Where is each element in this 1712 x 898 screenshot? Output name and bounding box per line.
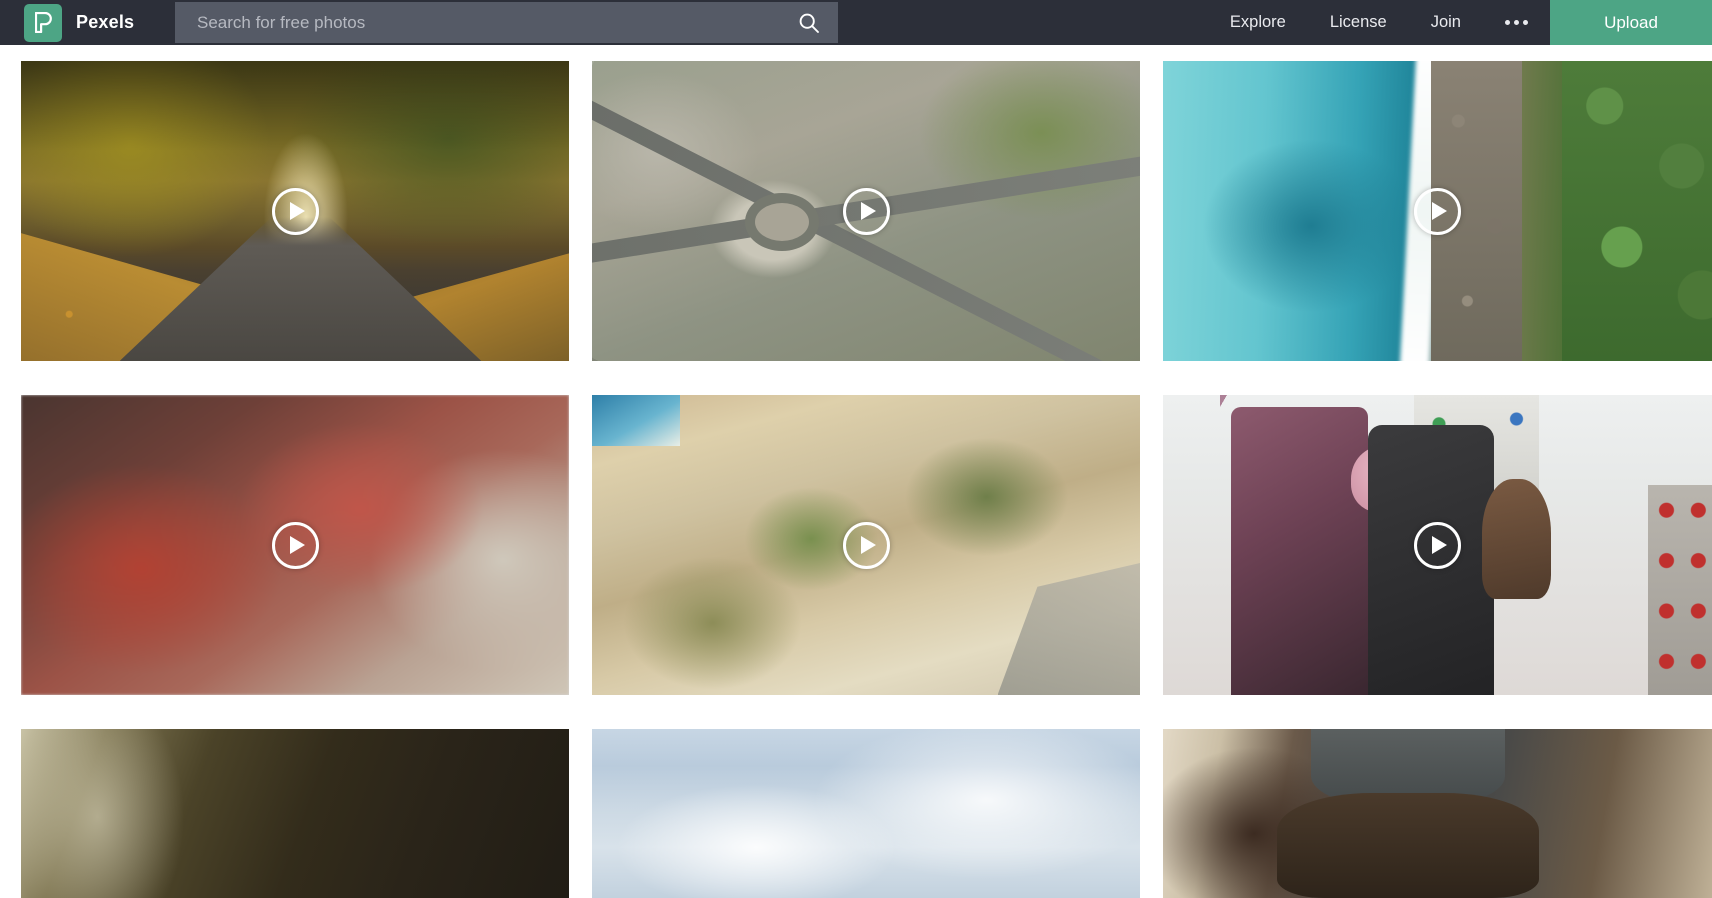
- play-icon[interactable]: [842, 187, 890, 235]
- nav-item-license[interactable]: License: [1308, 0, 1409, 45]
- gallery-item-red-maple-leaves[interactable]: [21, 395, 569, 695]
- top-navigation-bar: Pexels Explore License Join Upload: [0, 0, 1712, 45]
- gallery-item-autumn-forest-road[interactable]: [21, 61, 569, 361]
- thumbnail-dark-forest: [21, 729, 569, 898]
- ellipsis-icon[interactable]: [1483, 0, 1550, 45]
- play-icon[interactable]: [271, 187, 319, 235]
- gallery-item-amusement-park-ride[interactable]: [1163, 395, 1712, 695]
- thumbnail-person-in-knit-hat: [1163, 729, 1712, 898]
- pexels-p-logo-icon[interactable]: [24, 3, 62, 42]
- ellipsis-dot: [1505, 20, 1510, 25]
- ellipsis-dot: [1514, 20, 1519, 25]
- play-icon[interactable]: [1413, 187, 1461, 235]
- search-icon: [799, 13, 819, 33]
- nav-item-join[interactable]: Join: [1409, 0, 1483, 45]
- search-submit-button[interactable]: [780, 2, 838, 43]
- play-icon[interactable]: [271, 521, 319, 569]
- gallery-item-aerial-coastal-dunes[interactable]: [592, 395, 1140, 695]
- play-icon[interactable]: [1413, 521, 1461, 569]
- gallery-item-clouded-sky[interactable]: [592, 729, 1140, 898]
- thumbnail-clouded-sky: [592, 729, 1140, 898]
- upload-button[interactable]: Upload: [1550, 0, 1712, 45]
- search-input[interactable]: [175, 2, 780, 43]
- gallery-item-person-in-knit-hat[interactable]: [1163, 729, 1712, 898]
- gallery-item-aerial-city-roundabout[interactable]: [592, 61, 1140, 361]
- brand-name[interactable]: Pexels: [76, 12, 134, 33]
- gallery-item-aerial-turquoise-coastline[interactable]: [1163, 61, 1712, 361]
- ellipsis-dot: [1523, 20, 1528, 25]
- gallery-item-dark-forest[interactable]: [21, 729, 569, 898]
- video-gallery-grid: [21, 61, 1712, 898]
- play-icon[interactable]: [842, 521, 890, 569]
- search-bar[interactable]: [175, 2, 838, 43]
- nav-item-explore[interactable]: Explore: [1208, 0, 1308, 45]
- primary-nav: Explore License Join: [1208, 0, 1550, 45]
